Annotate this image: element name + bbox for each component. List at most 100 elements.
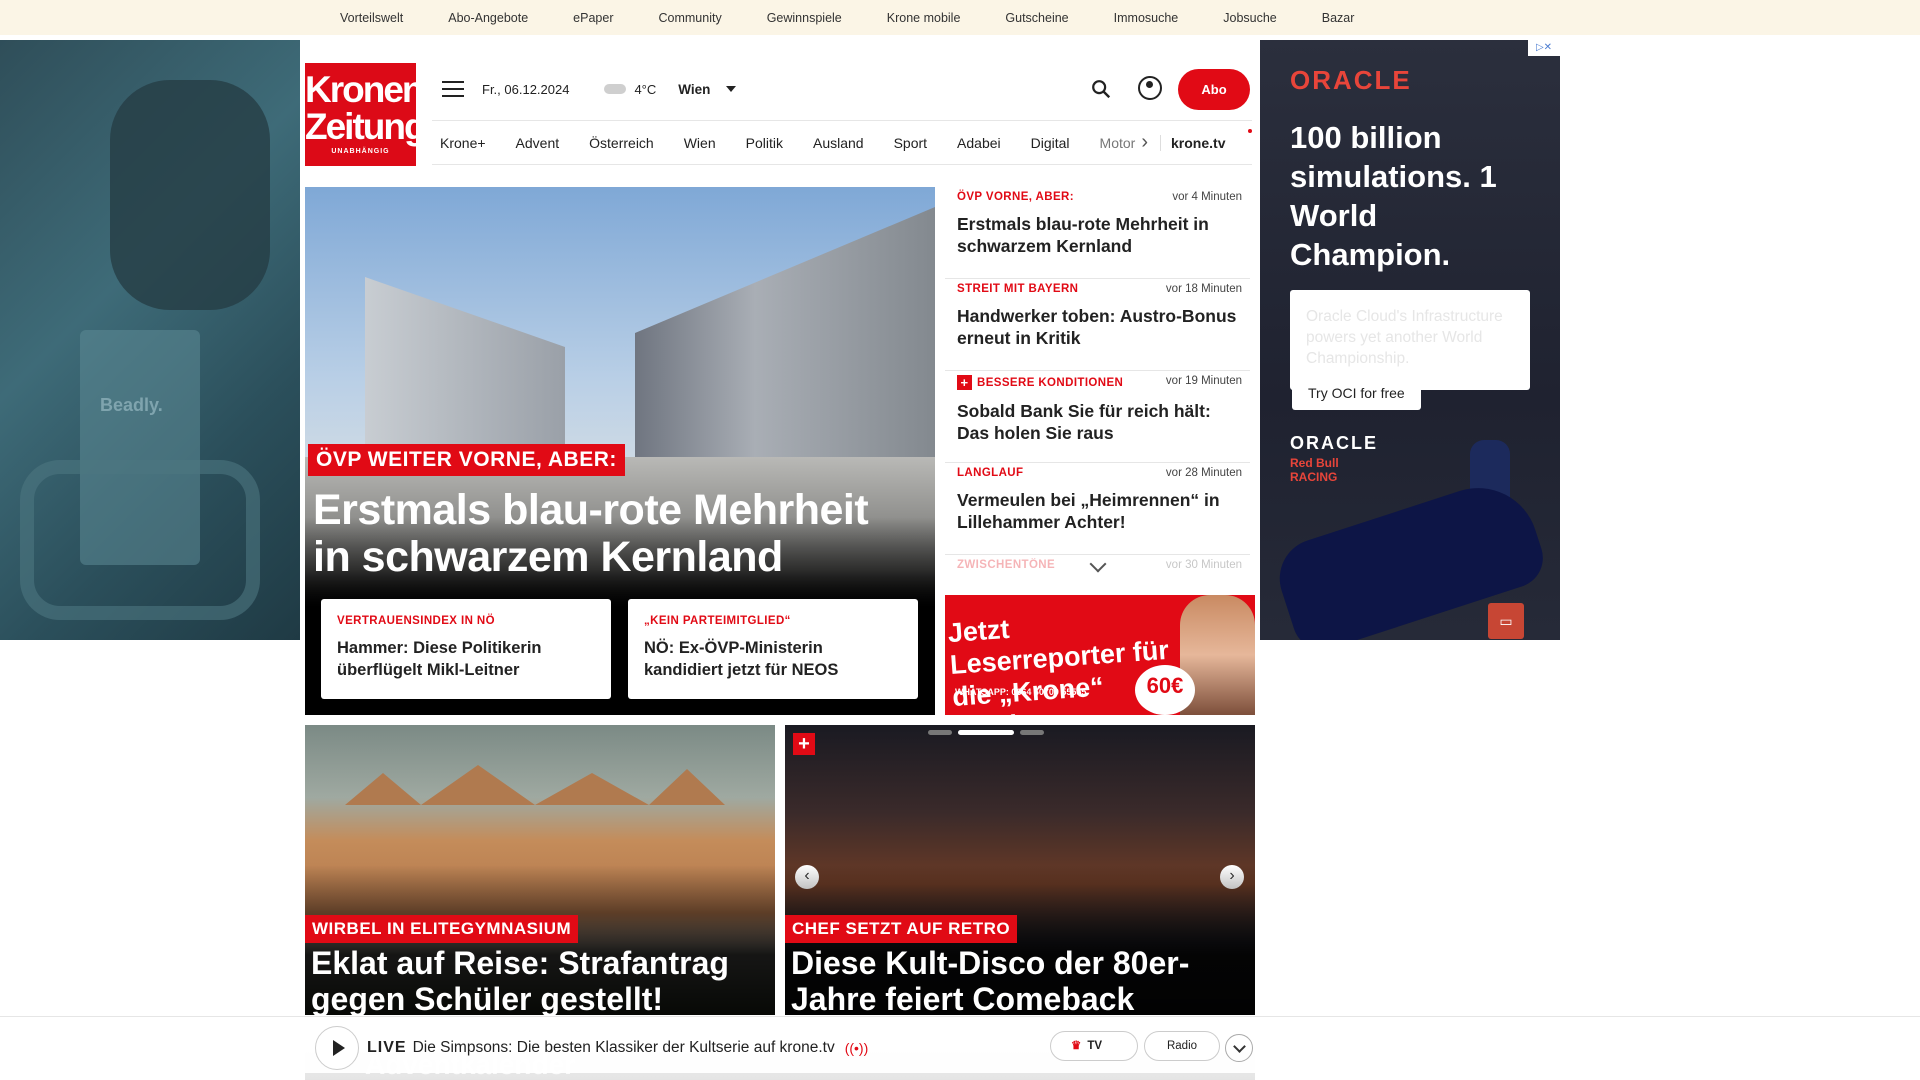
logo-line-1: Kronen — [305, 69, 425, 110]
nav-item-krone-tv[interactable]: krone.tv — [1160, 134, 1225, 151]
nav-item[interactable]: Advent — [516, 135, 560, 151]
main-navigation: Krone+ Advent Österreich Wien Politik Au… — [432, 120, 1252, 165]
card-title: Eklat auf Reise: Strafantrag gegen Schül… — [311, 945, 729, 1015]
nav-item[interactable]: Krone+ — [440, 135, 486, 151]
latest-news-list: ÖVP VORNE, ABER: vor 4 Minuten Erstmals … — [945, 187, 1250, 577]
ad-image-shape — [110, 80, 270, 310]
item-title: Vermeulen bei „Heimrennen“ in Lillehamme… — [957, 490, 1220, 532]
card-title: Diese Kult-Disco der 80er-Jahre feiert C… — [791, 945, 1190, 1015]
utility-link[interactable]: Krone mobile — [887, 11, 961, 25]
list-item[interactable]: STREIT MIT BAYERN vor 18 Minuten Handwer… — [945, 279, 1250, 371]
item-time: vor 28 Minuten — [1165, 467, 1242, 479]
hero-title[interactable]: Erstmals blau-rote Mehrheit in schwarzem… — [313, 487, 913, 581]
expand-player-icon[interactable] — [1225, 1034, 1253, 1062]
cloud-icon — [604, 84, 627, 94]
carousel-dot-active[interactable] — [958, 730, 1014, 735]
ad-partner-logo: Red Bull RACING — [1290, 456, 1339, 484]
list-item[interactable]: ÖVP VORNE, ABER: vor 4 Minuten Erstmals … — [945, 187, 1250, 279]
live-dot-icon — [1248, 129, 1252, 133]
ad-headline: 100 billion simulations. 1 World Champio… — [1290, 120, 1497, 272]
menu-icon[interactable] — [442, 81, 464, 97]
ad-choices-icon[interactable]: ▷✕ — [1528, 40, 1560, 56]
ad-brand-text: Beadly. — [100, 395, 163, 415]
nav-item[interactable]: Sport — [894, 135, 927, 151]
nav-item[interactable]: Ausland — [813, 135, 864, 151]
ad-logo-secondary: ORACLE — [1290, 433, 1378, 453]
hero-article[interactable]: ÖVP WEITER VORNE, ABER: Erstmals blau-ro… — [305, 187, 935, 715]
item-time: vor 18 Minuten — [1165, 283, 1242, 295]
carousel-dot[interactable] — [928, 730, 952, 735]
sub-article-kicker: VERTRAUENSINDEX IN NÖ — [337, 615, 495, 627]
sub-article-title: Hammer: Diese Politikerin überflügelt Mi… — [337, 639, 542, 679]
crown-icon: ♛ — [1071, 1040, 1082, 1052]
item-time: vor 30 Minuten — [1165, 559, 1242, 571]
card-kicker: WIRBEL IN ELITEGYMNASIUM — [305, 915, 579, 943]
logo-line-2: Zeitung — [305, 106, 427, 147]
nav-item[interactable]: Digital — [1031, 135, 1070, 151]
carousel-dot[interactable] — [1020, 730, 1044, 735]
ad-image-curve — [20, 460, 260, 620]
player-controls: LIVE Die Simpsons: Die besten Klassiker … — [305, 1023, 1255, 1073]
list-item[interactable]: LANGLAUF vor 28 Minuten Vermeulen bei „H… — [945, 463, 1250, 555]
nav-item[interactable]: Österreich — [589, 135, 654, 151]
ad-cta-button[interactable]: Try OCI for free — [1292, 376, 1421, 410]
right-ad-banner[interactable]: ORACLE 100 billion simulations. 1 World … — [1260, 40, 1560, 640]
list-item[interactable]: + BESSERE KONDITIONEN vor 19 Minuten Soba… — [945, 371, 1250, 463]
logo-tagline: UNABHÄNGIG — [331, 148, 390, 155]
leserreporter-promo[interactable]: Jetzt Leserreporter für die „Krone“ werd… — [945, 595, 1255, 715]
hero-sub-article[interactable]: „KEIN PARTEIMITGLIED“ NÖ: Ex-ÖVP-Ministe… — [628, 599, 918, 699]
ad-body: Oracle Cloud's Infrastructure powers yet… — [1290, 290, 1530, 390]
promo-whatsapp: WHATSAPP: 0664 60700 55555 — [955, 687, 1087, 697]
live-stream-title[interactable]: Die Simpsons: Die besten Klassiker der K… — [413, 1039, 835, 1057]
tab-radio[interactable]: Radio — [1144, 1031, 1220, 1061]
item-time: vor 4 Minuten — [1172, 191, 1242, 203]
chevron-down-icon[interactable] — [726, 86, 737, 92]
live-player-bar: Adventkalender LIVE Die Simpsons: Die be… — [0, 1016, 1920, 1080]
tab-tv-label: TV — [1087, 1040, 1103, 1052]
utility-link[interactable]: ePaper — [573, 11, 613, 25]
user-account-icon[interactable] — [1138, 76, 1162, 100]
utility-link[interactable]: Bazar — [1322, 11, 1355, 25]
left-ad-banner[interactable]: Beadly. — [0, 40, 300, 640]
tab-tv[interactable]: ♛ TV — [1050, 1031, 1138, 1061]
utility-link[interactable]: Vorteilswelt — [340, 11, 403, 25]
abo-button[interactable]: Abo — [1178, 69, 1250, 110]
live-label: LIVE — [367, 1039, 407, 1056]
krone-plus-icon: + — [793, 733, 815, 755]
site-logo[interactable]: Kronen Zeitung UNABHÄNGIG — [305, 63, 427, 166]
hero-sub-article[interactable]: VERTRAUENSINDEX IN NÖ Hammer: Diese Poli… — [321, 599, 611, 699]
city-select[interactable]: Wien — [678, 82, 710, 97]
temperature: 4°C — [634, 81, 657, 97]
player-tabs: ♛ TV Radio — [1050, 1031, 1220, 1061]
chevron-right-icon[interactable]: › — [1141, 131, 1148, 154]
site-header: Fr., 06.12.2024 4°C Wien Abo — [432, 63, 1252, 115]
nav-item[interactable]: Politik — [746, 135, 783, 151]
utility-link[interactable]: Gutscheine — [1005, 11, 1068, 25]
item-kicker: BESSERE KONDITIONEN — [977, 376, 1124, 389]
utility-link[interactable]: Abo-Angebote — [448, 11, 528, 25]
krone-plus-icon: + — [957, 375, 972, 390]
utility-bar: Vorteilswelt Abo-Angebote ePaper Communi… — [0, 0, 1920, 35]
sub-article-title: NÖ: Ex-ÖVP-Ministerin kandidiert jetzt f… — [644, 639, 839, 679]
utility-link[interactable]: Immosuche — [1114, 11, 1179, 25]
sub-article-kicker: „KEIN PARTEIMITGLIED“ — [644, 615, 791, 627]
nav-item[interactable]: Wien — [684, 135, 716, 151]
article-card[interactable]: WIRBEL IN ELITEGYMNASIUM Eklat auf Reise… — [305, 725, 775, 1015]
broadcast-icon: ((•)) — [844, 1040, 869, 1056]
article-card[interactable]: + ‹ › CHEF SETZT AUF RETRO Diese Kult-Di… — [785, 725, 1255, 1015]
nav-item[interactable]: Adabei — [957, 135, 1001, 151]
item-title: Erstmals blau-rote Mehrheit in schwarzem… — [957, 214, 1209, 256]
promo-amount: 60€ — [1135, 665, 1195, 715]
oracle-icon: ▭ — [1488, 603, 1524, 639]
card-kicker: CHEF SETZT AUF RETRO — [785, 915, 1018, 943]
item-title: Handwerker toben: Austro-Bonus erneut in… — [957, 306, 1237, 348]
utility-link[interactable]: Gewinnspiele — [767, 11, 842, 25]
nav-item-faded[interactable]: Motor — [1100, 135, 1136, 151]
current-date: Fr., 06.12.2024 — [482, 81, 570, 97]
play-button[interactable] — [315, 1026, 359, 1070]
utility-link[interactable]: Jobsuche — [1223, 11, 1277, 25]
hero-kicker: ÖVP WEITER VORNE, ABER: — [308, 444, 625, 476]
search-icon[interactable] — [1090, 78, 1112, 100]
utility-link[interactable]: Community — [658, 11, 721, 25]
item-title: Sobald Bank Sie für reich hält: Das hole… — [957, 401, 1211, 443]
